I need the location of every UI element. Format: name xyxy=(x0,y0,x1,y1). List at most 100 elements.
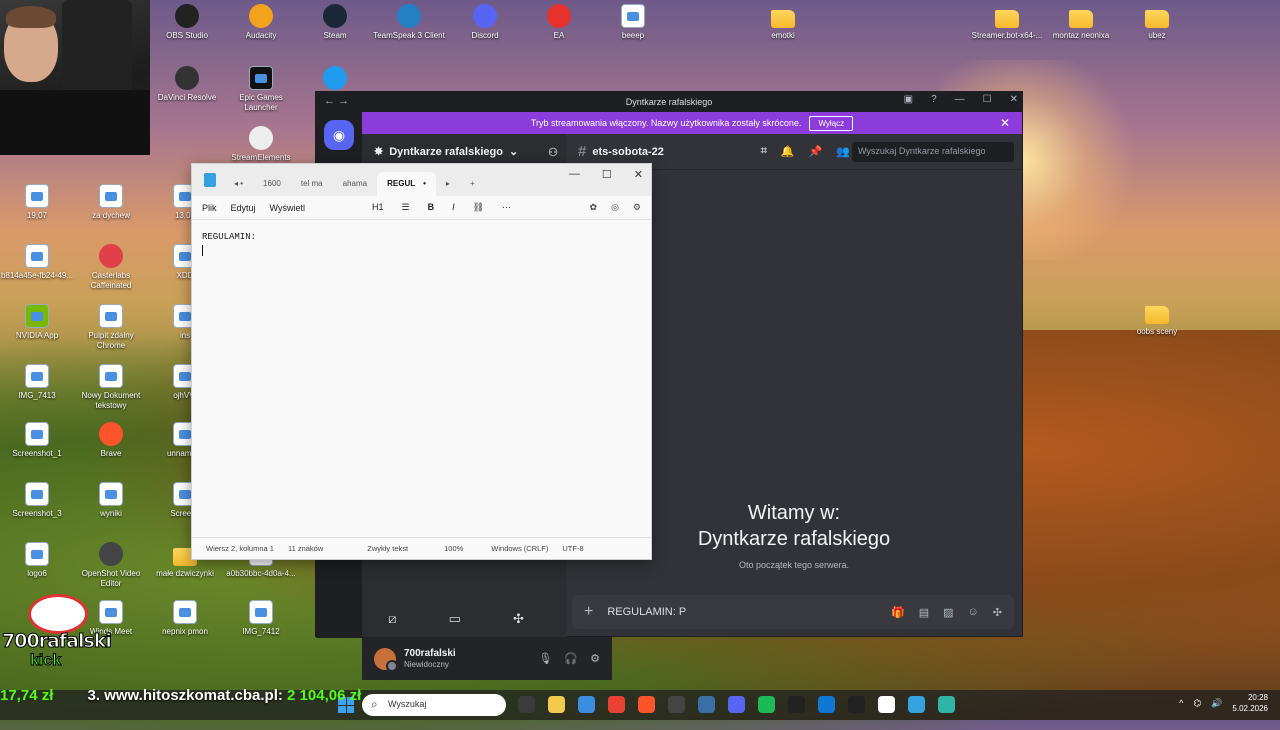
camera-off-icon[interactable]: ⧄ xyxy=(388,611,396,627)
desktop-icon[interactable]: Discord xyxy=(448,4,522,41)
message-input[interactable]: + REGULAMIN: P 🎁 ▤ ▨ ☺ ✣ xyxy=(572,595,1014,629)
desktop-icon[interactable]: IMG_7412 xyxy=(224,600,298,637)
italic-icon[interactable]: I xyxy=(452,202,455,213)
desktop-icon[interactable]: za dychew xyxy=(74,184,148,221)
taskbar-app-icon[interactable] xyxy=(938,696,955,713)
volume-icon[interactable]: 🔊 xyxy=(1211,698,1222,709)
tab-1[interactable]: 1600 xyxy=(253,172,291,196)
taskbar-app-icon[interactable] xyxy=(608,696,625,713)
desktop-icon[interactable]: OBS Studio xyxy=(150,4,224,41)
desktop-icon[interactable]: emotki xyxy=(746,4,820,41)
desktop-icon[interactable]: Epic Games Launcher xyxy=(224,66,298,113)
desktop-icon[interactable]: EA xyxy=(522,4,596,41)
disable-streamer-mode-button[interactable]: Wyłącz xyxy=(809,115,854,131)
desktop-icon[interactable]: OpenShot Video Editor xyxy=(74,542,148,589)
desktop-icon[interactable]: Audacity xyxy=(224,4,298,41)
plus-icon[interactable]: + xyxy=(584,603,593,621)
tab-2[interactable]: tel ma xyxy=(291,172,333,196)
desktop-icon[interactable]: montaz neonixa xyxy=(1044,4,1118,41)
tab-scroll-left[interactable]: ◂ • xyxy=(224,172,253,196)
copilot-icon[interactable]: ✿ xyxy=(590,202,598,213)
close-banner-icon[interactable]: ✕ xyxy=(1000,116,1010,130)
close-icon[interactable]: ✕ xyxy=(634,168,643,181)
close-icon[interactable]: ✕ xyxy=(1010,94,1018,105)
taskbar-app-icon[interactable] xyxy=(698,696,715,713)
desktop-icon[interactable]: beeep xyxy=(596,4,670,41)
taskbar-app-icon[interactable] xyxy=(638,696,655,713)
desktop-icon[interactable]: b814a45e-fb24-49... xyxy=(0,244,74,281)
link-icon[interactable]: ⛓ xyxy=(473,202,484,213)
desktop-icon[interactable]: Screenshot_1 xyxy=(0,422,74,459)
sticker-icon[interactable]: ▨ xyxy=(943,606,953,619)
tab-scroll-right[interactable]: ▸ xyxy=(436,172,460,196)
taskbar-app-icon[interactable] xyxy=(578,696,595,713)
taskbar-app-icon[interactable] xyxy=(668,696,685,713)
headphones-icon[interactable]: 🎧 xyxy=(564,652,578,665)
taskbar-app-icon[interactable] xyxy=(788,696,805,713)
desktop-icon[interactable]: Streamer.bot-x64-... xyxy=(970,4,1044,41)
discord-home-icon[interactable]: ◉ xyxy=(324,120,354,150)
new-tab-button[interactable]: + xyxy=(460,172,485,196)
desktop-icon[interactable]: Screenshot_3 xyxy=(0,482,74,519)
taskbar-app-icon[interactable] xyxy=(758,696,775,713)
network-icon[interactable]: ⌬ xyxy=(1193,698,1201,709)
menu-view[interactable]: Wyświetl xyxy=(270,203,305,213)
maximize-icon[interactable]: ☐ xyxy=(602,168,612,181)
menu-edit[interactable]: Edytuj xyxy=(231,203,256,213)
discord-titlebar[interactable]: ← → Dyntkarze rafalskiego ▣ ? — ☐ ✕ xyxy=(316,92,1022,112)
taskbar-app-icon[interactable] xyxy=(818,696,835,713)
microphone-icon[interactable]: 🎙 xyxy=(538,652,552,665)
taskbar-app-icon[interactable] xyxy=(848,696,865,713)
settings-gear-icon[interactable]: ⚙ xyxy=(590,652,600,665)
desktop-icon[interactable]: Pulpit zdalny Chrome xyxy=(74,304,148,351)
desktop-icon[interactable]: logo6 xyxy=(0,542,74,579)
desktop-icon[interactable]: DaVinci Resolve xyxy=(150,66,224,103)
account-icon[interactable]: ◎ xyxy=(611,202,619,213)
list-icon[interactable]: ☰ xyxy=(402,202,410,213)
user-panel[interactable]: 700rafalski Niewidoczny 🎙 🎧 ⚙ xyxy=(362,637,612,680)
desktop-icon[interactable]: Casterlabs Caffeinated xyxy=(74,244,148,291)
maximize-icon[interactable]: ☐ xyxy=(983,94,992,105)
notepad-window[interactable]: ◂ • 1600 tel ma ahama REGUL • ▸ + — ☐ ✕ P… xyxy=(191,163,652,560)
taskbar-apps[interactable] xyxy=(518,696,955,713)
bell-icon[interactable]: 🔔 xyxy=(781,145,795,158)
bold-icon[interactable]: B xyxy=(428,202,435,213)
more-icon[interactable]: ··· xyxy=(502,202,511,213)
tab-3[interactable]: ahama xyxy=(333,172,377,196)
desktop-icon[interactable]: Brave xyxy=(74,422,148,459)
window-controls[interactable]: ▣ ? — ☐ ✕ xyxy=(904,94,1018,105)
gift-icon[interactable]: 🎁 xyxy=(891,606,905,619)
taskbar-app-icon[interactable] xyxy=(518,696,535,713)
unsaved-dot-icon[interactable]: • xyxy=(423,179,426,189)
apps-icon[interactable]: ✣ xyxy=(993,606,1002,619)
inbox-icon[interactable]: ▣ xyxy=(904,94,913,105)
screen-share-icon[interactable]: ▭ xyxy=(449,611,461,627)
notepad-menubar[interactable]: Plik Edytuj Wyświetl H1 ☰ B I ⛓ ··· ✿ ◎ … xyxy=(192,196,651,220)
clock[interactable]: 20:28 5.02.2026 xyxy=(1232,692,1268,714)
message-text[interactable]: REGULAMIN: P xyxy=(607,606,686,618)
gif-icon[interactable]: ▤ xyxy=(919,606,929,619)
menu-file[interactable]: Plik xyxy=(202,203,217,213)
desktop-icon[interactable]: nepnix pmon xyxy=(148,600,222,637)
desktop-icon[interactable]: IMG_7413 xyxy=(0,364,74,401)
system-tray[interactable]: ^ ⌬ 🔊 20:28 5.02.2026 xyxy=(1179,692,1268,714)
search-input[interactable]: Wyszukaj Dyntkarze rafalskiego xyxy=(852,142,1014,162)
desktop-icon[interactable]: 19,07 xyxy=(0,184,74,221)
taskbar-app-icon[interactable] xyxy=(908,696,925,713)
taskbar-app-icon[interactable] xyxy=(878,696,895,713)
notepad-tabbar[interactable]: ◂ • 1600 tel ma ahama REGUL • ▸ + — ☐ ✕ xyxy=(192,164,651,196)
desktop-icon[interactable]: Steam xyxy=(298,4,372,41)
taskbar-app-icon[interactable] xyxy=(548,696,565,713)
tab-active[interactable]: REGUL • xyxy=(377,172,436,196)
desktop-icon[interactable]: NVIDIA App xyxy=(0,304,74,341)
emoji-icon[interactable]: ☺ xyxy=(968,606,979,619)
desktop-icon[interactable]: wyniki xyxy=(74,482,148,519)
minimize-icon[interactable]: — xyxy=(955,94,965,105)
minimize-icon[interactable]: — xyxy=(569,168,580,181)
status-zoom[interactable]: 100% xyxy=(444,544,477,553)
pin-icon[interactable]: 📌 xyxy=(809,145,823,158)
desktop-icon[interactable]: Nowy Dokument tekstowy xyxy=(74,364,148,411)
desktop-icon[interactable]: TeamSpeak 3 Client xyxy=(372,4,446,41)
activities-icon[interactable]: ✣ xyxy=(513,611,524,627)
tray-chevron-icon[interactable]: ^ xyxy=(1179,698,1183,708)
